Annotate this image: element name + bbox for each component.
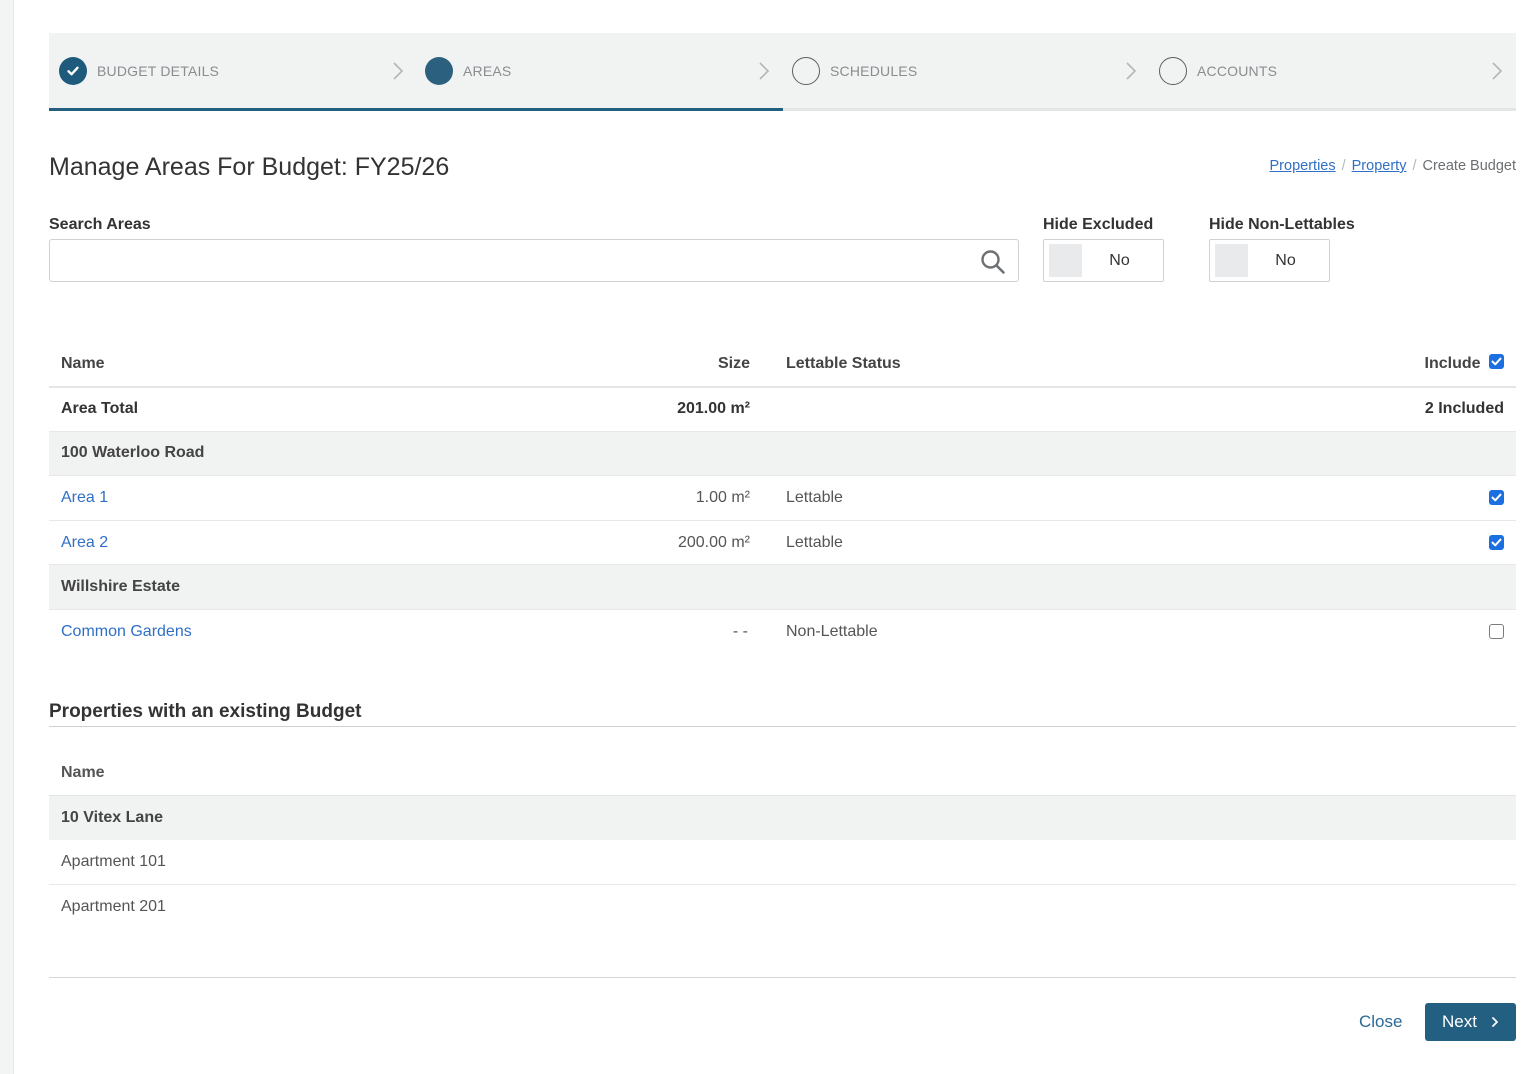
hide-excluded-toggle[interactable]: No <box>1043 239 1164 282</box>
property-group-row: 100 Waterloo Road <box>49 431 1516 477</box>
search-input[interactable] <box>50 240 970 281</box>
area-row: Common Gardens - - Non-Lettable <box>49 610 1516 655</box>
area-size: 1.00 m² <box>649 475 762 521</box>
unit-name: Apartment 201 <box>61 898 166 916</box>
area-link[interactable]: Common Gardens <box>61 623 192 640</box>
wizard-step-label: AREAS <box>463 63 512 79</box>
wizard-step-schedules[interactable]: SCHEDULES <box>792 33 917 109</box>
area-total-label: Area Total <box>49 386 649 432</box>
toggle-knob <box>1049 244 1082 277</box>
area-size: - - <box>732 623 748 641</box>
area-total-row: Area Total 201.00 m² 2 Included <box>49 386 1516 432</box>
property-group-name: Willshire Estate <box>49 564 1516 611</box>
column-header-name[interactable]: Name <box>49 342 649 388</box>
toggle-value: No <box>1109 251 1130 269</box>
checkmark-icon <box>1491 357 1502 366</box>
column-header-size[interactable]: Size <box>649 342 762 388</box>
next-button-label: Next <box>1442 1012 1477 1031</box>
area-lettable-status: Lettable <box>762 475 1210 521</box>
toggle-value: No <box>1275 251 1296 269</box>
window-edge <box>0 0 14 1074</box>
include-checkbox[interactable] <box>1489 534 1504 550</box>
breadcrumb-separator: / <box>1412 158 1417 174</box>
footer-divider <box>49 977 1516 978</box>
wizard-step-label: ACCOUNTS <box>1197 63 1278 79</box>
unit-name: Apartment 101 <box>49 840 1516 886</box>
table-header-row: Name <box>49 751 1516 797</box>
breadcrumb-link-properties[interactable]: Properties <box>1270 158 1336 174</box>
hide-excluded-label: Hide Excluded <box>1043 216 1154 233</box>
area-lettable-status: Lettable <box>762 520 1210 566</box>
breadcrumb-link-property[interactable]: Property <box>1352 158 1407 174</box>
wizard-progress-bar <box>49 108 783 111</box>
existing-budget-table: Name 10 Vitex Lane Apartment 101 Apartme… <box>49 751 1516 929</box>
hide-non-lettables-label: Hide Non-Lettables <box>1209 216 1355 233</box>
existing-budget-heading: Properties with an existing Budget <box>49 701 362 722</box>
table-row: Apartment 201 <box>49 885 1516 930</box>
area-link[interactable]: Area 1 <box>61 489 108 506</box>
area-size: 200.00 m² <box>649 520 762 566</box>
area-total-size: 201.00 m² <box>649 386 762 432</box>
include-header-label: Include <box>1424 354 1481 372</box>
next-button[interactable]: Next <box>1425 1003 1516 1041</box>
area-total-status <box>762 386 1210 432</box>
close-button[interactable]: Close <box>1346 1003 1415 1041</box>
page-title: Manage Areas For Budget: FY25/26 <box>49 153 450 181</box>
column-header-lettable-status[interactable]: Lettable Status <box>762 342 1210 388</box>
property-group-name: 100 Waterloo Road <box>49 431 1516 477</box>
areas-table: Name Size Lettable Status Include Area T… <box>49 342 1516 654</box>
property-group-name: 10 Vitex Lane <box>49 795 1516 841</box>
toggle-knob <box>1215 244 1248 277</box>
checkmark-icon <box>1491 538 1502 547</box>
property-group-row: Willshire Estate <box>49 564 1516 611</box>
search-field <box>49 239 1019 282</box>
column-header-include: Include <box>1209 342 1516 388</box>
checkmark-icon <box>1491 493 1502 502</box>
include-checkbox[interactable] <box>1489 624 1504 640</box>
step-pending-icon <box>792 57 820 85</box>
chevron-right-icon <box>1126 62 1137 80</box>
area-row: Area 1 1.00 m² Lettable <box>49 475 1516 521</box>
chevron-right-icon <box>1492 1017 1498 1027</box>
breadcrumb-current: Create Budget <box>1422 158 1516 174</box>
wizard-step-budget-details[interactable]: BUDGET DETAILS <box>59 33 219 109</box>
check-icon <box>59 57 87 85</box>
search-label: Search Areas <box>49 216 151 233</box>
area-lettable-status: Non-Lettable <box>786 623 878 641</box>
breadcrumb: Properties / Property / Create Budget <box>1270 158 1516 174</box>
step-pending-icon <box>1159 57 1187 85</box>
wizard-step-accounts[interactable]: ACCOUNTS <box>1159 33 1277 109</box>
step-active-icon <box>425 57 453 85</box>
table-header-row: Name Size Lettable Status Include <box>49 342 1516 388</box>
search-icon[interactable] <box>980 249 1006 275</box>
wizard-step-areas[interactable]: AREAS <box>425 33 511 109</box>
wizard-step-label: BUDGET DETAILS <box>97 63 220 79</box>
column-header-name[interactable]: Name <box>49 751 1516 797</box>
include-checkbox[interactable] <box>1489 490 1504 506</box>
table-row: Apartment 101 <box>49 840 1516 886</box>
chevron-right-icon <box>1492 62 1503 80</box>
include-all-checkbox[interactable] <box>1489 354 1504 370</box>
breadcrumb-separator: / <box>1341 158 1346 174</box>
area-link[interactable]: Area 2 <box>61 534 108 551</box>
area-total-included: 2 Included <box>1209 386 1516 432</box>
hide-non-lettables-toggle[interactable]: No <box>1209 239 1330 282</box>
chevron-right-icon <box>759 62 770 80</box>
wizard-stepper: BUDGET DETAILS AREAS SCHEDULES ACCOUNTS <box>49 33 1516 111</box>
area-row: Area 2 200.00 m² Lettable <box>49 520 1516 566</box>
chevron-right-icon <box>393 62 404 80</box>
wizard-step-label: SCHEDULES <box>830 63 918 79</box>
property-group-row: 10 Vitex Lane <box>49 795 1516 841</box>
divider <box>49 726 1516 727</box>
